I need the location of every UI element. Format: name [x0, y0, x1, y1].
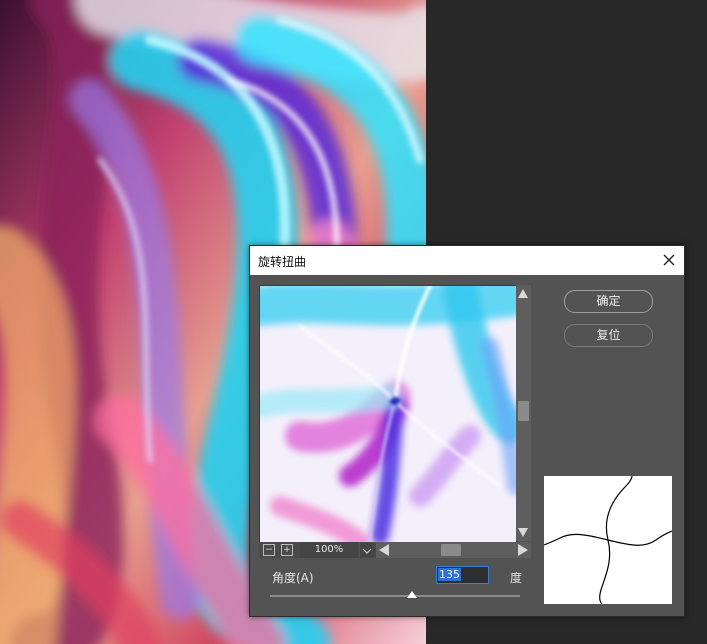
ok-button[interactable]: 确定 [564, 290, 653, 313]
arrow-right-icon[interactable] [518, 544, 528, 556]
angle-label: 角度(A) [272, 571, 314, 585]
vertical-scroll-thumb[interactable] [518, 401, 529, 421]
twirl-dialog: 旋转扭曲 − + 100% 确定 复位 角度(A) 135 135 度 [249, 245, 685, 617]
reset-button[interactable]: 复位 [564, 324, 653, 347]
arrow-up-icon[interactable] [518, 289, 528, 298]
arrow-down-icon[interactable] [518, 528, 528, 537]
twirl-angle-preview [543, 475, 673, 605]
close-icon[interactable] [660, 251, 678, 269]
preview-horizontal-scrollbar[interactable] [376, 542, 531, 558]
angle-unit-label: 度 [510, 571, 523, 585]
filter-preview[interactable] [259, 285, 517, 543]
chevron-down-icon[interactable] [359, 543, 374, 557]
angle-slider-handle[interactable] [407, 591, 417, 598]
angle-slider-track[interactable] [270, 595, 520, 597]
preview-vertical-scrollbar[interactable] [516, 285, 531, 541]
angle-field[interactable] [436, 566, 489, 584]
arrow-left-icon[interactable] [379, 544, 389, 556]
preview-zoom-bar: − + 100% [259, 542, 531, 558]
zoom-level[interactable]: 100% [300, 542, 358, 558]
zoom-out-icon[interactable]: − [263, 544, 275, 556]
horizontal-scroll-thumb[interactable] [441, 544, 461, 556]
zoom-in-icon[interactable]: + [281, 544, 293, 556]
dialog-title: 旋转扭曲 [258, 255, 307, 269]
dialog-titlebar[interactable]: 旋转扭曲 [250, 246, 684, 275]
twirl-curve-diagram [543, 475, 673, 605]
preview-image [260, 286, 516, 542]
